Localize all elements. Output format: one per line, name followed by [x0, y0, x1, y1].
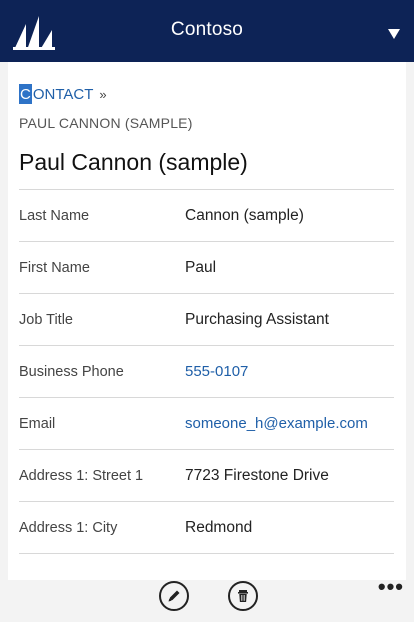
field-value: Purchasing Assistant	[185, 310, 329, 328]
field-label: Email	[19, 415, 56, 432]
app-title: Contoso	[170, 19, 244, 40]
caret-down-icon[interactable]	[388, 29, 400, 39]
field-row-city[interactable]: Address 1: City Redmond	[19, 501, 394, 553]
command-bar: •••	[0, 576, 414, 622]
field-row-job-title[interactable]: Job Title Purchasing Assistant	[19, 293, 394, 345]
field-label: Last Name	[19, 207, 90, 224]
edit-button[interactable]	[159, 581, 189, 611]
field-value: Redmond	[185, 518, 253, 536]
trash-icon	[238, 590, 248, 602]
field-row-partial	[19, 553, 394, 573]
breadcrumb-separator: »	[99, 86, 107, 102]
record-panel: C ONTACT » PAUL CANNON (SAMPLE) Paul Canno…	[8, 62, 406, 580]
email-link[interactable]: someone_h@example.com	[185, 398, 394, 449]
field-value: Paul	[185, 258, 217, 276]
breadcrumb-entity-initial: C	[19, 84, 32, 104]
top-nav-bar: Contoso	[0, 0, 414, 62]
field-label: Address 1: Street 1	[19, 467, 144, 484]
field-label: Job Title	[19, 311, 73, 328]
field-row-email: Email someone_h@example.com	[19, 397, 394, 449]
field-value: 7723 Firestone Drive	[185, 466, 329, 484]
field-row-last-name[interactable]: Last Name Cannon (sample)	[19, 189, 394, 241]
breadcrumb[interactable]: C ONTACT »	[19, 84, 107, 104]
record-subtitle: PAUL CANNON (SAMPLE)	[19, 115, 193, 131]
field-row-business-phone: Business Phone 555-0107	[19, 345, 394, 397]
pencil-icon	[168, 590, 180, 602]
field-row-first-name[interactable]: First Name Paul	[19, 241, 394, 293]
delete-button[interactable]	[228, 581, 258, 611]
field-row-street[interactable]: Address 1: Street 1 7723 Firestone Drive	[19, 449, 394, 501]
field-list: Last Name Cannon (sample) First Name Pau…	[19, 189, 394, 573]
more-commands-button[interactable]: •••	[378, 576, 404, 598]
record-title: Paul Cannon (sample)	[19, 149, 248, 175]
field-label: First Name	[19, 259, 90, 276]
breadcrumb-entity-label: ONTACT	[32, 85, 94, 103]
phone-link[interactable]: 555-0107	[185, 346, 394, 397]
field-label: Address 1: City	[19, 519, 118, 536]
field-value: Cannon (sample)	[185, 206, 304, 224]
app-frame: Contoso C ONTACT » PAUL CANNON (SAMPLE) Pa…	[0, 0, 414, 622]
field-label: Business Phone	[19, 363, 124, 380]
